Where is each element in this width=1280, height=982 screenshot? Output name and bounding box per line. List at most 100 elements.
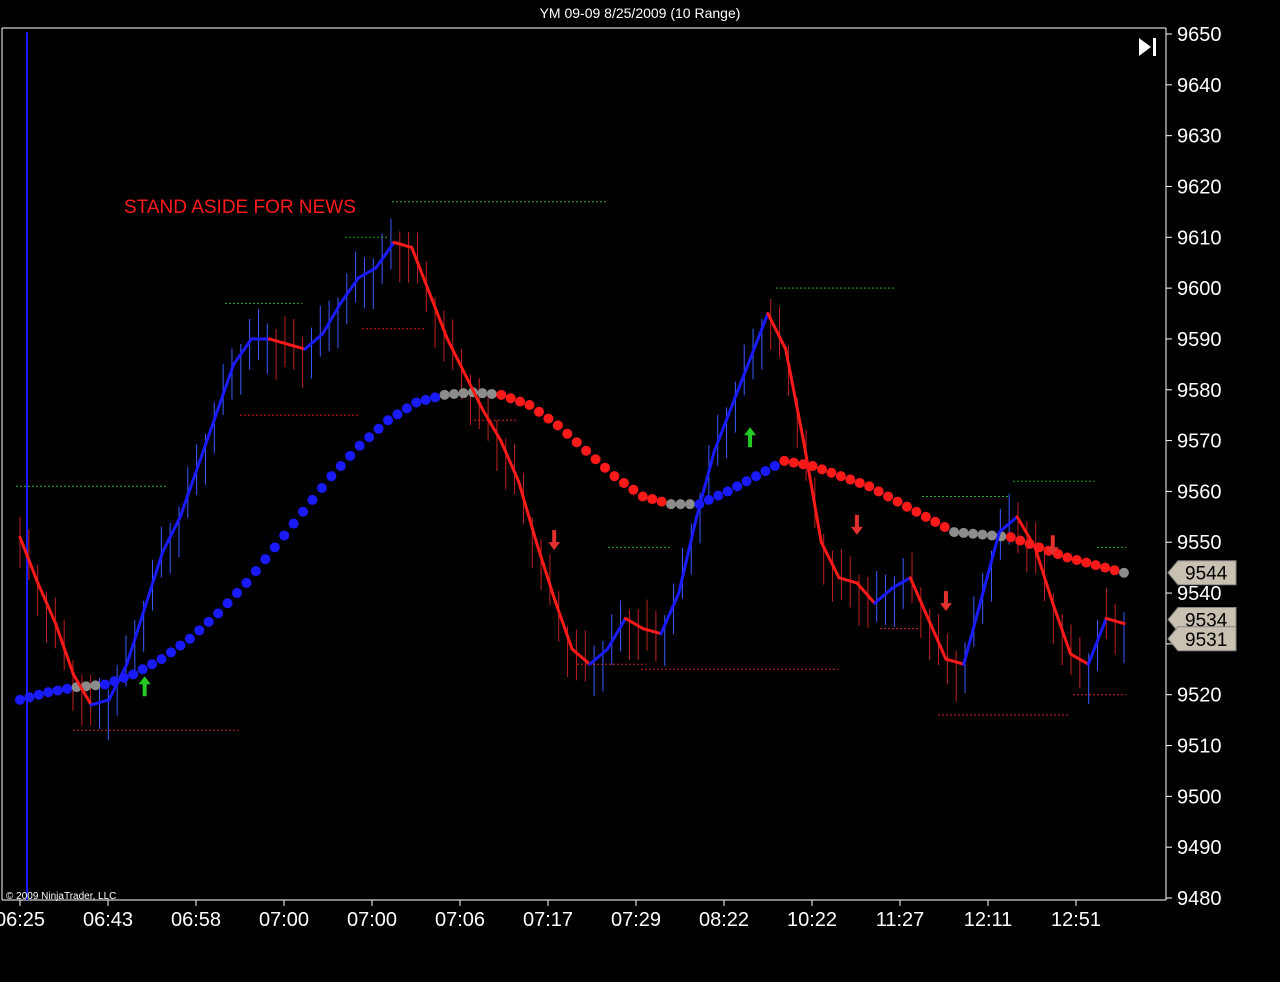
y-tick-label: 9480 (1177, 888, 1222, 910)
buy-arrow-shape (138, 676, 151, 697)
trend-line-segment (588, 647, 610, 666)
ma-dot (24, 692, 35, 703)
trend-line-segment (962, 596, 984, 666)
trend-line-segment (232, 337, 253, 366)
trend-line-segment (481, 408, 503, 443)
ma-dot (241, 577, 252, 588)
trend-line-segment (712, 403, 734, 453)
ma-dot (939, 521, 950, 532)
trend-line-segment (428, 291, 449, 341)
ma-dot (883, 491, 894, 502)
ma-dot (1100, 562, 1111, 573)
ma-dot (373, 423, 384, 434)
ma-dot (826, 467, 837, 478)
ma-dot (279, 530, 290, 541)
ma-dot (392, 409, 403, 420)
price-tag: 9531 (1167, 626, 1237, 652)
sell-arrow-shape (548, 530, 561, 551)
ma-dot (722, 486, 733, 497)
x-tick-label: 10:22 (787, 909, 837, 931)
trend-line-segment (125, 606, 147, 666)
support-resistance-levels (16, 201, 1126, 731)
ma-dot (250, 566, 261, 577)
chart-frame (1, 27, 1167, 901)
ma-dot (137, 664, 148, 675)
y-tick-label: 9590 (1177, 329, 1222, 351)
ma-dot (1005, 532, 1016, 543)
ma-dot (854, 477, 865, 488)
x-tick-label: 12:11 (964, 909, 1013, 931)
sell-arrow-icon (939, 591, 952, 612)
ma-dot (15, 694, 25, 705)
ma-dot (477, 388, 488, 399)
ma-dot (1109, 565, 1120, 576)
ma-dot (911, 506, 922, 517)
y-tick-label: 9620 (1177, 176, 1222, 198)
ma-dot (326, 471, 337, 482)
ma-dot (958, 527, 969, 538)
ma-dot (194, 625, 205, 636)
trend-line-segment (160, 515, 182, 554)
ma-dot (864, 481, 875, 492)
y-tick-label: 9610 (1177, 227, 1222, 249)
ma-dot (175, 640, 186, 651)
ma-dot (779, 455, 790, 466)
price-tags: 954495349531 (1167, 560, 1237, 652)
x-axis: 06:25 06:43 06:58 07:00 07:00 07:06 07:17 07:29… (0, 900, 1101, 931)
ma-dot (401, 403, 412, 414)
sell-arrow-icon (850, 514, 863, 535)
ma-dot (260, 554, 271, 565)
ma-dot (675, 499, 686, 510)
y-tick-label: 9630 (1177, 126, 1222, 148)
scroll-to-end-button[interactable] (1139, 38, 1156, 56)
ma-dot (609, 471, 620, 482)
y-tick-label: 9550 (1177, 532, 1222, 554)
trend-line-segment (517, 479, 538, 544)
trend-line-segment (534, 540, 556, 600)
ma-dot (128, 669, 139, 680)
ma-dot (43, 687, 54, 698)
ma-dot (666, 499, 677, 510)
y-tick-label: 9640 (1177, 75, 1222, 97)
ma-dot (1015, 535, 1026, 546)
price-tag-label: 9544 (1185, 564, 1228, 585)
y-tick-label: 9500 (1177, 786, 1222, 808)
y-tick-label: 9600 (1177, 278, 1222, 300)
ma-dot (515, 396, 526, 407)
trend-line-segment (997, 515, 1019, 534)
ma-dot (354, 440, 365, 451)
trend-line-segment (445, 337, 467, 377)
ma-dot (732, 481, 743, 492)
ma-dot (571, 437, 582, 448)
buy-arrow-icon (744, 427, 757, 448)
trend-line-segment (214, 362, 236, 417)
price-chart[interactable]: 9650 9640 9630 9620 9610 9600 9590 9580 9570 9560… (0, 0, 1280, 982)
ma-dot (383, 415, 393, 426)
ma-dot (788, 457, 799, 468)
y-tick-label: 9560 (1177, 481, 1222, 503)
ma-dot (703, 494, 714, 505)
trend-line-segment (1033, 545, 1055, 605)
play-icon (1139, 38, 1151, 56)
ma-dot (33, 689, 44, 700)
ma-dot (1119, 567, 1129, 578)
ma-dot (222, 598, 233, 609)
ma-dot (684, 499, 695, 510)
x-tick-label: 08:22 (699, 909, 749, 931)
ma-dot (486, 389, 497, 399)
ma-dot (590, 454, 601, 465)
trend-line-segment (801, 439, 823, 544)
ma-dot (288, 518, 299, 529)
ma-dot (62, 683, 73, 694)
sell-arrow-shape (939, 591, 952, 612)
trend-line-segment (623, 616, 645, 631)
sell-arrow-shape (850, 514, 863, 535)
trend-line-segment (908, 576, 930, 620)
x-tick-label: 06:25 (0, 909, 45, 931)
ma-dot (496, 389, 507, 400)
ma-dot (986, 530, 997, 541)
x-tick-label: 07:00 (347, 909, 397, 931)
trend-line (18, 240, 1126, 707)
trend-line-segment (641, 627, 663, 636)
ma-dot (505, 393, 516, 404)
